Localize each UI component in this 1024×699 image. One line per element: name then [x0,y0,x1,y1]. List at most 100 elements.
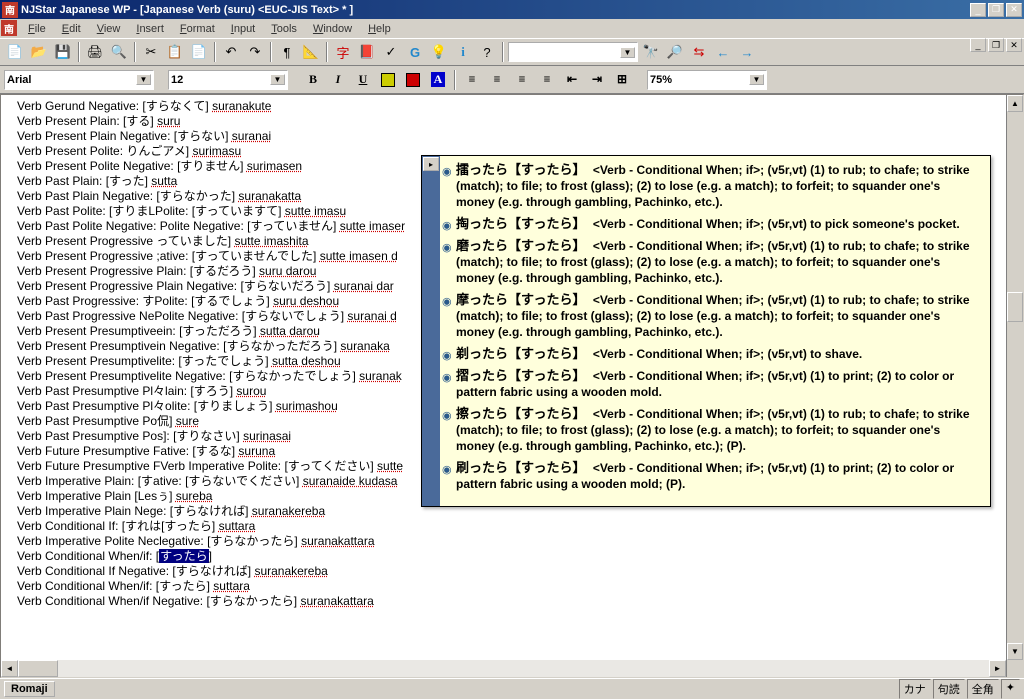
minimize-button[interactable]: _ [970,3,986,17]
doc-line[interactable]: Verb Gerund Negative: [すらなくて] suranakute [17,99,1007,114]
menu-format[interactable]: Format [172,21,223,37]
separator [326,42,328,62]
color3-button[interactable]: A [427,69,449,91]
copy-icon[interactable]: 📋 [164,41,186,63]
dictionary-entry[interactable]: ◉掏ったら【すったら】 <Verb - Conditional When; if… [442,216,982,232]
standard-toolbar: 📄 📂 💾 🖨 🔍 ✂ 📋 📄 ↶ ↷ ¶ 📐 字 📕 ✓ G 💡 i ? ▼ … [0,38,1024,66]
size-combo[interactable]: 12▼ [168,70,288,90]
app-icon: 南 [2,2,18,18]
scroll-up-icon[interactable]: ▲ [1007,95,1023,112]
char-icon[interactable]: 字 [332,41,354,63]
zoom-combo[interactable]: 75%▼ [647,70,767,90]
mdi-maximize-button[interactable]: ❐ [988,38,1004,52]
paste-icon[interactable]: 📄 [188,41,210,63]
scroll-thumb[interactable] [1007,292,1023,322]
status-indicator[interactable]: 句読 [933,679,965,699]
open-icon[interactable]: 📂 [28,41,50,63]
close-button[interactable]: ✕ [1006,3,1022,17]
doc-line[interactable]: Verb Conditional When/if: [すったら] suttara [17,579,1007,594]
vertical-scrollbar[interactable]: ▲ ▼ [1006,95,1023,677]
dictionary-entry[interactable]: ◉擂ったら【すったら】 <Verb - Conditional When; if… [442,162,982,210]
tool-icon[interactable]: 📐 [300,41,322,63]
dictionary-entry[interactable]: ◉磨ったら【すったら】 <Verb - Conditional When; if… [442,238,982,286]
underline-button[interactable]: U [352,69,374,91]
mdi-close-button[interactable]: ✕ [1006,38,1022,52]
menu-insert[interactable]: Insert [128,21,172,37]
indent-in-button[interactable]: ⇥ [586,69,608,91]
status-indicator[interactable]: カナ [899,679,931,699]
dictionary-entry[interactable]: ◉擦ったら【すったら】 <Verb - Conditional When; if… [442,406,982,454]
indent-out-button[interactable]: ⇤ [561,69,583,91]
tip-icon[interactable]: 💡 [428,41,450,63]
menu-help[interactable]: Help [360,21,399,37]
document-area: Verb Gerund Negative: [すらなくて] suranakute… [0,94,1024,678]
menu-view[interactable]: View [89,21,129,37]
cut-icon[interactable]: ✂ [140,41,162,63]
prev-icon[interactable]: ← [712,41,734,63]
horizontal-scrollbar[interactable]: ◄ ► [1,660,1006,677]
title-bar: 南 NJStar Japanese WP - [Japanese Verb (s… [0,0,1024,19]
scroll-track[interactable] [58,660,989,677]
maximize-button[interactable]: ❐ [988,3,1004,17]
doc-line[interactable]: Verb Present Plain Negative: [すらない] sura… [17,129,1007,144]
scroll-thumb-h[interactable] [18,660,58,677]
dictionary-entry[interactable]: ◉剃ったら【すったら】 <Verb - Conditional When; if… [442,346,982,362]
find-icon[interactable]: 🔭 [640,41,662,63]
bullet-icon: ◉ [442,240,452,256]
doc-line[interactable]: Verb Conditional If Negative: [すらなければ] s… [17,564,1007,579]
menu-input[interactable]: Input [223,21,263,37]
menu-window[interactable]: Window [305,21,360,37]
align-right-button[interactable]: ≡ [511,69,533,91]
book-icon[interactable]: 📕 [356,41,378,63]
next-icon[interactable]: → [736,41,758,63]
italic-button[interactable]: I [327,69,349,91]
swap-icon[interactable]: ⇆ [688,41,710,63]
scroll-right-icon[interactable]: ► [989,660,1006,677]
color2-button[interactable] [402,69,424,91]
menu-file[interactable]: File [20,21,54,37]
separator [134,42,136,62]
redo-icon[interactable]: ↷ [244,41,266,63]
bullet-icon: ◉ [442,294,452,310]
color1-button[interactable] [377,69,399,91]
print-icon[interactable]: 🖨 [84,41,106,63]
table-button[interactable]: ⊞ [611,69,633,91]
menu-tools[interactable]: Tools [263,21,305,37]
doc-line[interactable]: Verb Conditional When/if: [すったら] [17,549,1007,564]
search-combo[interactable]: ▼ [508,42,638,62]
doc-line[interactable]: Verb Present Plain: [する] suru [17,114,1007,129]
info-icon[interactable]: i [452,41,474,63]
find2-icon[interactable]: 🔎 [664,41,686,63]
separator [78,42,80,62]
g-icon[interactable]: G [404,41,426,63]
dictionary-entry[interactable]: ◉摩ったら【すったら】 <Verb - Conditional When; if… [442,292,982,340]
doc-line[interactable]: Verb Conditional If: [すれは[すったら] suttara [17,519,1007,534]
align-left-button[interactable]: ≡ [461,69,483,91]
doc-line[interactable]: Verb Conditional When/if Negative: [すらなか… [17,594,1007,609]
separator [270,42,272,62]
menu-edit[interactable]: Edit [54,21,89,37]
align-center-button[interactable]: ≡ [486,69,508,91]
doc-line[interactable]: Verb Imperative Polite Neclegative: [すらな… [17,534,1007,549]
bullet-icon: ◉ [442,370,452,386]
mdi-minimize-button[interactable]: _ [970,38,986,52]
romaji-status-button[interactable]: Romaji [4,681,55,697]
mdi-icon[interactable]: 南 [1,20,17,36]
status-indicator[interactable]: 全角 [967,679,999,699]
save-icon[interactable]: 💾 [52,41,74,63]
status-indicator[interactable]: ✦ [1001,679,1020,699]
scroll-left-icon[interactable]: ◄ [1,660,18,677]
paragraph-icon[interactable]: ¶ [276,41,298,63]
dictionary-entry[interactable]: ◉摺ったら【すったら】 <Verb - Conditional When; if… [442,368,982,400]
new-icon[interactable]: 📄 [4,41,26,63]
dictionary-entry[interactable]: ◉刷ったら【すったら】 <Verb - Conditional When; if… [442,460,982,492]
help-icon[interactable]: ? [476,41,498,63]
font-combo[interactable]: Arial▼ [4,70,154,90]
popup-play-icon[interactable]: ▸ [423,157,439,171]
undo-icon[interactable]: ↶ [220,41,242,63]
preview-icon[interactable]: 🔍 [108,41,130,63]
spell-icon[interactable]: ✓ [380,41,402,63]
align-justify-button[interactable]: ≡ [536,69,558,91]
scroll-down-icon[interactable]: ▼ [1007,643,1023,660]
bold-button[interactable]: B [302,69,324,91]
